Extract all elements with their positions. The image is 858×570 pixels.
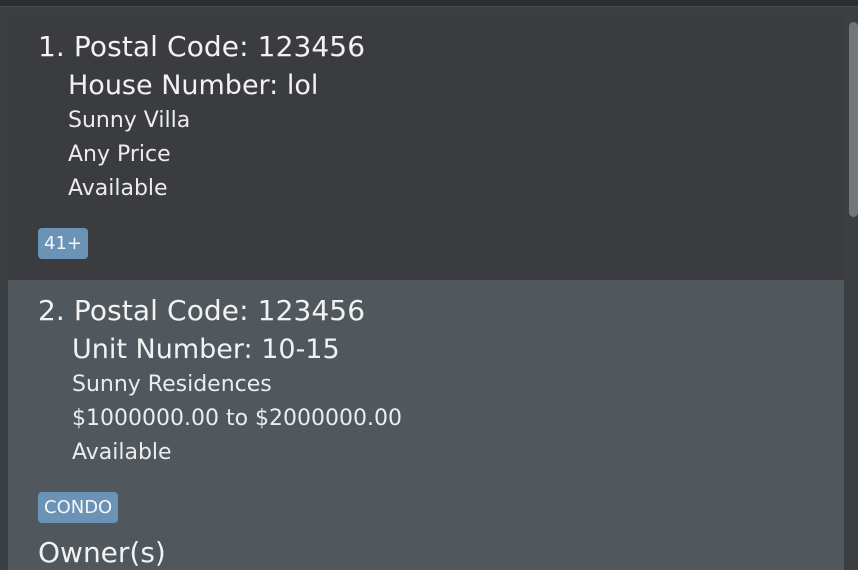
listing-tag: CONDO: [38, 492, 119, 523]
listing-tag: 41+: [38, 228, 88, 259]
listing-price: $1000000.00 to $2000000.00: [72, 406, 402, 431]
listing-postal-code: 2. Postal Code: 123456: [38, 294, 366, 327]
listing-status: Available: [68, 176, 168, 201]
listing-property-name: Sunny Villa: [68, 108, 191, 133]
listing-unit-number: Unit Number: 10-15: [72, 334, 340, 365]
owners-heading: Owner(s): [38, 536, 166, 569]
listing-card[interactable]: 1. Postal Code: 123456 House Number: lol…: [8, 16, 844, 280]
listing-card-selected[interactable]: 2. Postal Code: 123456 Unit Number: 10-1…: [8, 280, 844, 570]
listing-status: Available: [72, 440, 172, 465]
listing-postal-code: 1. Postal Code: 123456: [38, 30, 366, 63]
listing-list[interactable]: 1. Postal Code: 123456 House Number: lol…: [8, 16, 844, 570]
property-list-window: 1. Postal Code: 123456 House Number: lol…: [0, 0, 858, 570]
listing-house-number: House Number: lol: [68, 70, 319, 101]
listing-price: Any Price: [68, 142, 171, 167]
scrollbar-thumb[interactable]: [849, 22, 858, 217]
header-divider: [0, 0, 858, 7]
listing-property-name: Sunny Residences: [72, 372, 272, 397]
